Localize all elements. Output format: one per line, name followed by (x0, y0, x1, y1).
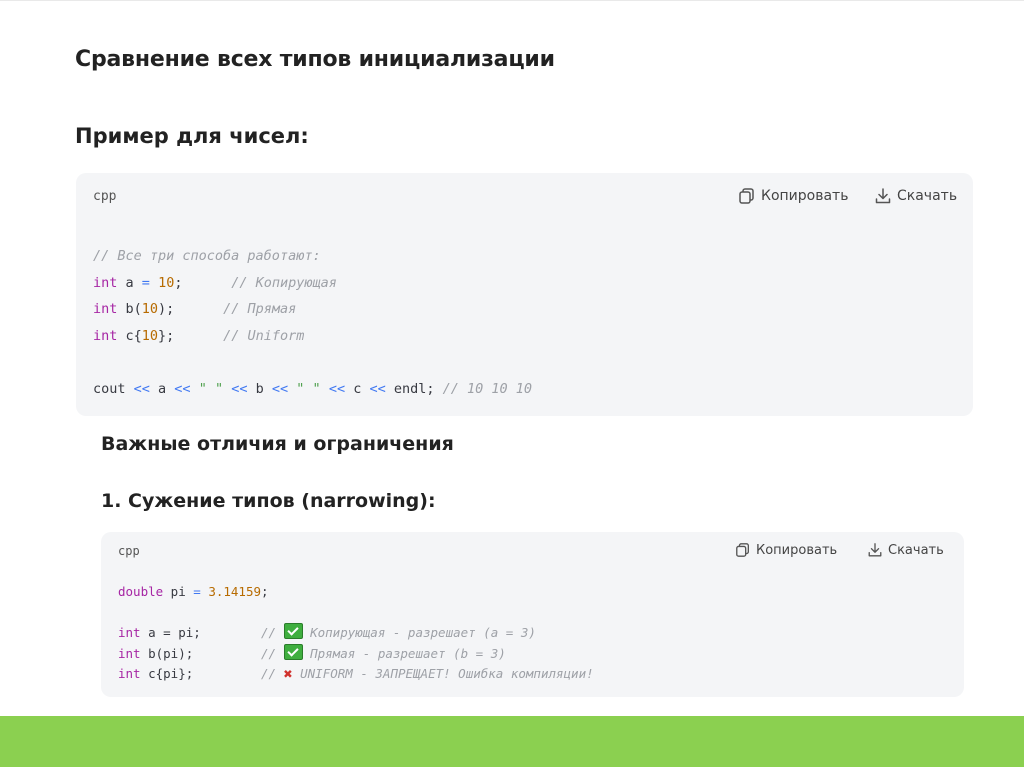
code-language-label: cpp (93, 189, 117, 204)
download-button[interactable]: Скачать (874, 187, 957, 205)
download-icon (868, 543, 882, 557)
slide-top-border (0, 0, 1024, 1)
footer-bar (0, 716, 1024, 767)
download-button-label: Скачать (897, 188, 958, 204)
copy-icon (736, 543, 749, 557)
code-block-numbers: cpp Копировать Скачать // Все три способ… (76, 173, 973, 416)
code-content: double pi = 3.14159; int a = pi; // Копи… (118, 582, 594, 685)
section-heading-numbers: Пример для чисел: (75, 124, 309, 148)
download-icon (875, 188, 891, 204)
code-line: int c{pi}; // ✖ UNIFORM - ЗАПРЕЩАЕТ! Оши… (118, 665, 594, 683)
copy-button-label: Копировать (756, 542, 838, 558)
download-button-label: Скачать (888, 542, 944, 558)
page-title: Сравнение всех типов инициализации (75, 47, 555, 72)
copy-icon (739, 188, 754, 204)
section-heading-differences: Важные отличия и ограничения (101, 433, 454, 455)
section-heading-narrowing: 1. Сужение типов (narrowing): (101, 490, 436, 512)
code-line: int c{10}; // Uniform (93, 327, 305, 344)
code-line: int a = pi; // Копирующая - разрешает (a… (118, 623, 536, 640)
cross-icon: ✖ (283, 665, 293, 683)
code-line: cout << a << " " << b << " " << c << end… (93, 380, 533, 397)
copy-button[interactable]: Копировать (738, 187, 848, 205)
check-icon (283, 643, 303, 660)
copy-button-label: Копировать (761, 188, 849, 204)
code-line: int b(pi); // Прямая - разрешает (b = 3) (118, 643, 506, 661)
code-line: int b(10); // Прямая (93, 301, 297, 317)
copy-button[interactable]: Копировать (735, 542, 837, 558)
check-icon (283, 623, 303, 639)
code-line: // Все три способа работают: (93, 248, 321, 264)
download-button[interactable]: Скачать (867, 542, 944, 558)
code-language-label: cpp (118, 544, 140, 558)
code-content: // Все три способа работают: int a = 10; … (93, 243, 532, 402)
code-line: int a = 10; // Копирующая (93, 274, 337, 291)
code-line: double pi = 3.14159; (118, 584, 269, 599)
code-block-narrowing: cpp Копировать Скачать double pi = 3.141… (101, 532, 964, 697)
